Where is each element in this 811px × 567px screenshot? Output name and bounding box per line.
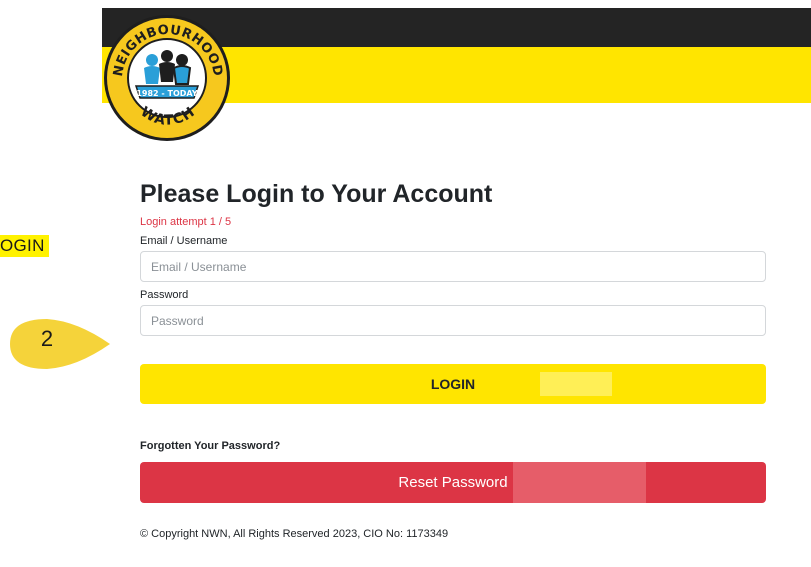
login-form: Please Login to Your Account Login attem… [140,178,766,503]
email-input[interactable] [140,251,766,282]
redacted-overlay [513,462,646,503]
login-attempt-counter: Login attempt 1 / 5 [140,216,232,228]
forgot-password-label: Forgotten Your Password? [140,440,281,452]
redacted-overlay [540,372,612,396]
email-label: Email / Username [140,235,228,247]
neighbourhood-watch-logo[interactable]: NEIGHBOURHOOD 1982 - TODAY WATCH [100,10,235,145]
password-label: Password [140,289,189,301]
side-login-highlight: OGIN [0,235,49,257]
login-button[interactable]: LOGIN [140,364,766,404]
step-callout-badge [10,319,110,369]
reset-button-label: Reset Password [398,474,508,491]
page-title: Please Login to Your Account [140,180,493,208]
login-button-label: LOGIN [430,376,476,392]
step-number: 2 [40,326,54,351]
password-input[interactable] [140,305,766,336]
copyright-footer: © Copyright NWN, All Rights Reserved 202… [140,528,449,540]
reset-password-button[interactable]: Reset Password [140,462,766,503]
logo-ribbon-text: 1982 - TODAY [136,89,197,98]
